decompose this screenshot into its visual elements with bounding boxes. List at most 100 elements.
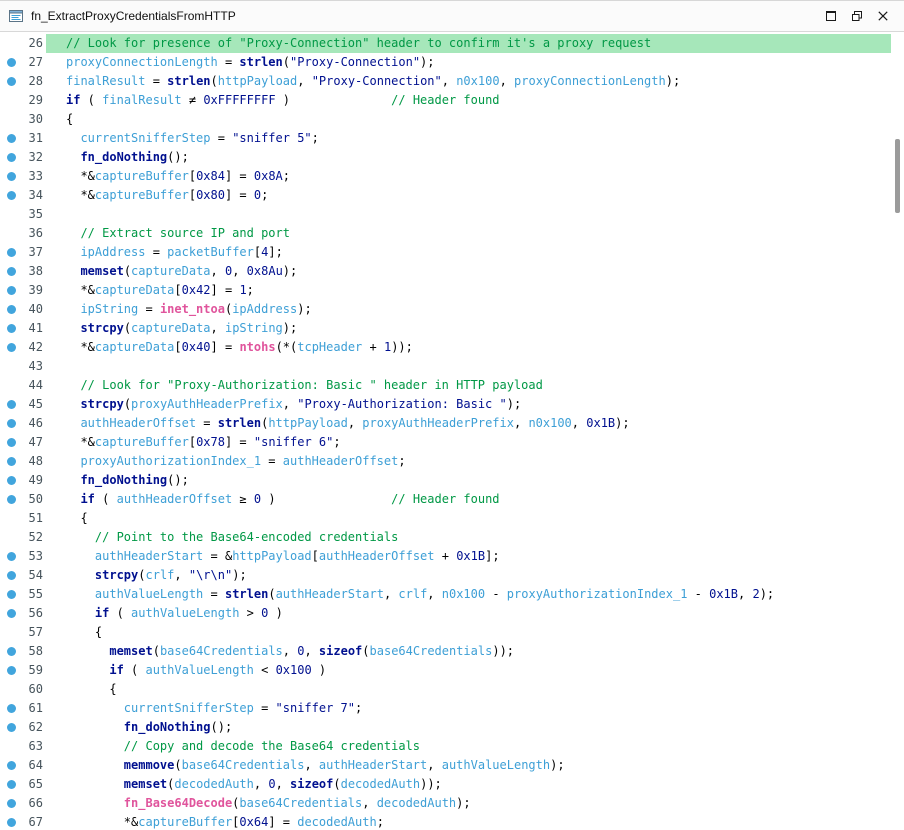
code-line[interactable]: 58 memset(base64Credentials, 0, sizeof(b…: [0, 642, 891, 661]
line-marker-dot[interactable]: [7, 495, 16, 504]
code-line[interactable]: 44 // Look for "Proxy-Authorization: Bas…: [0, 376, 891, 395]
line-number: 59: [20, 661, 46, 680]
dot-cell: [0, 780, 20, 789]
code-line[interactable]: 31 currentSnifferStep = "sniffer 5";: [0, 129, 891, 148]
code-line[interactable]: 42 *&captureData[0x40] = ntohs(*(tcpHead…: [0, 338, 891, 357]
line-marker-dot[interactable]: [7, 134, 16, 143]
code-segment-pl: [66, 796, 124, 810]
code-line[interactable]: 49 fn_doNothing();: [0, 471, 891, 490]
code-line[interactable]: 36 // Extract source IP and port: [0, 224, 891, 243]
code-line[interactable]: 63 // Copy and decode the Base64 credent…: [0, 737, 891, 756]
line-marker-dot[interactable]: [7, 590, 16, 599]
code-line[interactable]: 35: [0, 205, 891, 224]
code-segment-var: captureData: [95, 340, 174, 354]
code-segment-pl: =: [254, 701, 276, 715]
code-line[interactable]: 39 *&captureData[0x42] = 1;: [0, 281, 891, 300]
line-marker-dot[interactable]: [7, 286, 16, 295]
code-segment-pl: ,: [572, 416, 586, 430]
code-segment-fn: memset: [124, 777, 167, 791]
line-marker-dot[interactable]: [7, 419, 16, 428]
code-line[interactable]: 46 authHeaderOffset = strlen(httpPayload…: [0, 414, 891, 433]
line-marker-dot[interactable]: [7, 818, 16, 827]
line-marker-dot[interactable]: [7, 153, 16, 162]
code-line[interactable]: 38 memset(captureData, 0, 0x8Au);: [0, 262, 891, 281]
line-number: 46: [20, 414, 46, 433]
code-line[interactable]: 60 {: [0, 680, 891, 699]
line-marker-dot[interactable]: [7, 77, 16, 86]
code-line[interactable]: 40 ipString = inet_ntoa(ipAddress);: [0, 300, 891, 319]
code-line[interactable]: 48 proxyAuthorizationIndex_1 = authHeade…: [0, 452, 891, 471]
gutter: 60: [0, 680, 46, 699]
line-marker-dot[interactable]: [7, 191, 16, 200]
line-marker-dot[interactable]: [7, 305, 16, 314]
code-line[interactable]: 51 {: [0, 509, 891, 528]
code-line[interactable]: 54 strcpy(crlf, "\r\n");: [0, 566, 891, 585]
code-segment-pl: *&: [66, 283, 95, 297]
line-marker-dot[interactable]: [7, 571, 16, 580]
line-marker-dot[interactable]: [7, 609, 16, 618]
code-line[interactable]: 37 ipAddress = packetBuffer[4];: [0, 243, 891, 262]
line-marker-dot[interactable]: [7, 761, 16, 770]
line-marker-dot[interactable]: [7, 799, 16, 808]
code-line[interactable]: 30{: [0, 110, 891, 129]
dot-cell: [0, 58, 20, 67]
scrollbar-thumb[interactable]: [895, 139, 900, 213]
line-marker-dot[interactable]: [7, 476, 16, 485]
code-line[interactable]: 67 *&captureBuffer[0x64] = decodedAuth;: [0, 813, 891, 830]
line-marker-dot[interactable]: [7, 343, 16, 352]
code-line[interactable]: 47 *&captureBuffer[0x78] = "sniffer 6";: [0, 433, 891, 452]
code-line[interactable]: 62 fn_doNothing();: [0, 718, 891, 737]
code-line[interactable]: 27proxyConnectionLength = strlen("Proxy-…: [0, 53, 891, 72]
line-marker-dot[interactable]: [7, 58, 16, 67]
window-titlebar[interactable]: fn_ExtractProxyCredentialsFromHTTP: [0, 1, 904, 32]
maximize-button[interactable]: [818, 5, 844, 27]
line-marker-dot[interactable]: [7, 552, 16, 561]
gutter: 62: [0, 718, 46, 737]
code-line[interactable]: 43: [0, 357, 891, 376]
code-line[interactable]: 56 if ( authValueLength > 0 ): [0, 604, 891, 623]
code-line[interactable]: 55 authValueLength = strlen(authHeaderSt…: [0, 585, 891, 604]
line-number: 57: [20, 623, 46, 642]
code-segment-pl: [66, 549, 95, 563]
code-line[interactable]: 50 if ( authHeaderOffset ≥ 0 ) // Header…: [0, 490, 891, 509]
line-marker-dot[interactable]: [7, 248, 16, 257]
code-line[interactable]: 29if ( finalResult ≠ 0xFFFFFFFF ) // Hea…: [0, 91, 891, 110]
line-marker-dot[interactable]: [7, 704, 16, 713]
line-marker-dot[interactable]: [7, 723, 16, 732]
gutter: 31: [0, 129, 46, 148]
code-line[interactable]: 33 *&captureBuffer[0x84] = 0x8A;: [0, 167, 891, 186]
line-marker-dot[interactable]: [7, 438, 16, 447]
line-number: 40: [20, 300, 46, 319]
code-area[interactable]: 26// Look for presence of "Proxy-Connect…: [0, 34, 891, 830]
code-line[interactable]: 59 if ( authValueLength < 0x100 ): [0, 661, 891, 680]
code-line[interactable]: 45 strcpy(proxyAuthHeaderPrefix, "Proxy-…: [0, 395, 891, 414]
code-line[interactable]: 61 currentSnifferStep = "sniffer 7";: [0, 699, 891, 718]
dot-cell: [0, 552, 20, 561]
code-line[interactable]: 34 *&captureBuffer[0x80] = 0;: [0, 186, 891, 205]
line-marker-dot[interactable]: [7, 457, 16, 466]
close-button[interactable]: [870, 5, 896, 27]
line-marker-dot[interactable]: [7, 647, 16, 656]
code-segment-pl: (: [124, 397, 131, 411]
line-marker-dot[interactable]: [7, 666, 16, 675]
vertical-scrollbar[interactable]: [891, 32, 904, 830]
line-marker-dot[interactable]: [7, 172, 16, 181]
line-marker-dot[interactable]: [7, 267, 16, 276]
code-line[interactable]: 41 strcpy(captureData, ipString);: [0, 319, 891, 338]
code-line[interactable]: 32 fn_doNothing();: [0, 148, 891, 167]
line-marker-dot[interactable]: [7, 780, 16, 789]
code-line[interactable]: 66 fn_Base64Decode(base64Credentials, de…: [0, 794, 891, 813]
code-text: {: [46, 623, 891, 642]
code-line[interactable]: 53 authHeaderStart = &httpPayload[authHe…: [0, 547, 891, 566]
code-line[interactable]: 65 memset(decodedAuth, 0, sizeof(decoded…: [0, 775, 891, 794]
line-marker-dot[interactable]: [7, 400, 16, 409]
code-line[interactable]: 64 memmove(base64Credentials, authHeader…: [0, 756, 891, 775]
restore-button[interactable]: [844, 5, 870, 27]
code-segment-pl: (: [362, 644, 369, 658]
code-segment-pl: {: [66, 511, 88, 525]
code-line[interactable]: 57 {: [0, 623, 891, 642]
code-line[interactable]: 52 // Point to the Base64-encoded creden…: [0, 528, 891, 547]
line-marker-dot[interactable]: [7, 324, 16, 333]
code-line[interactable]: 26// Look for presence of "Proxy-Connect…: [0, 34, 891, 53]
code-line[interactable]: 28finalResult = strlen(httpPayload, "Pro…: [0, 72, 891, 91]
